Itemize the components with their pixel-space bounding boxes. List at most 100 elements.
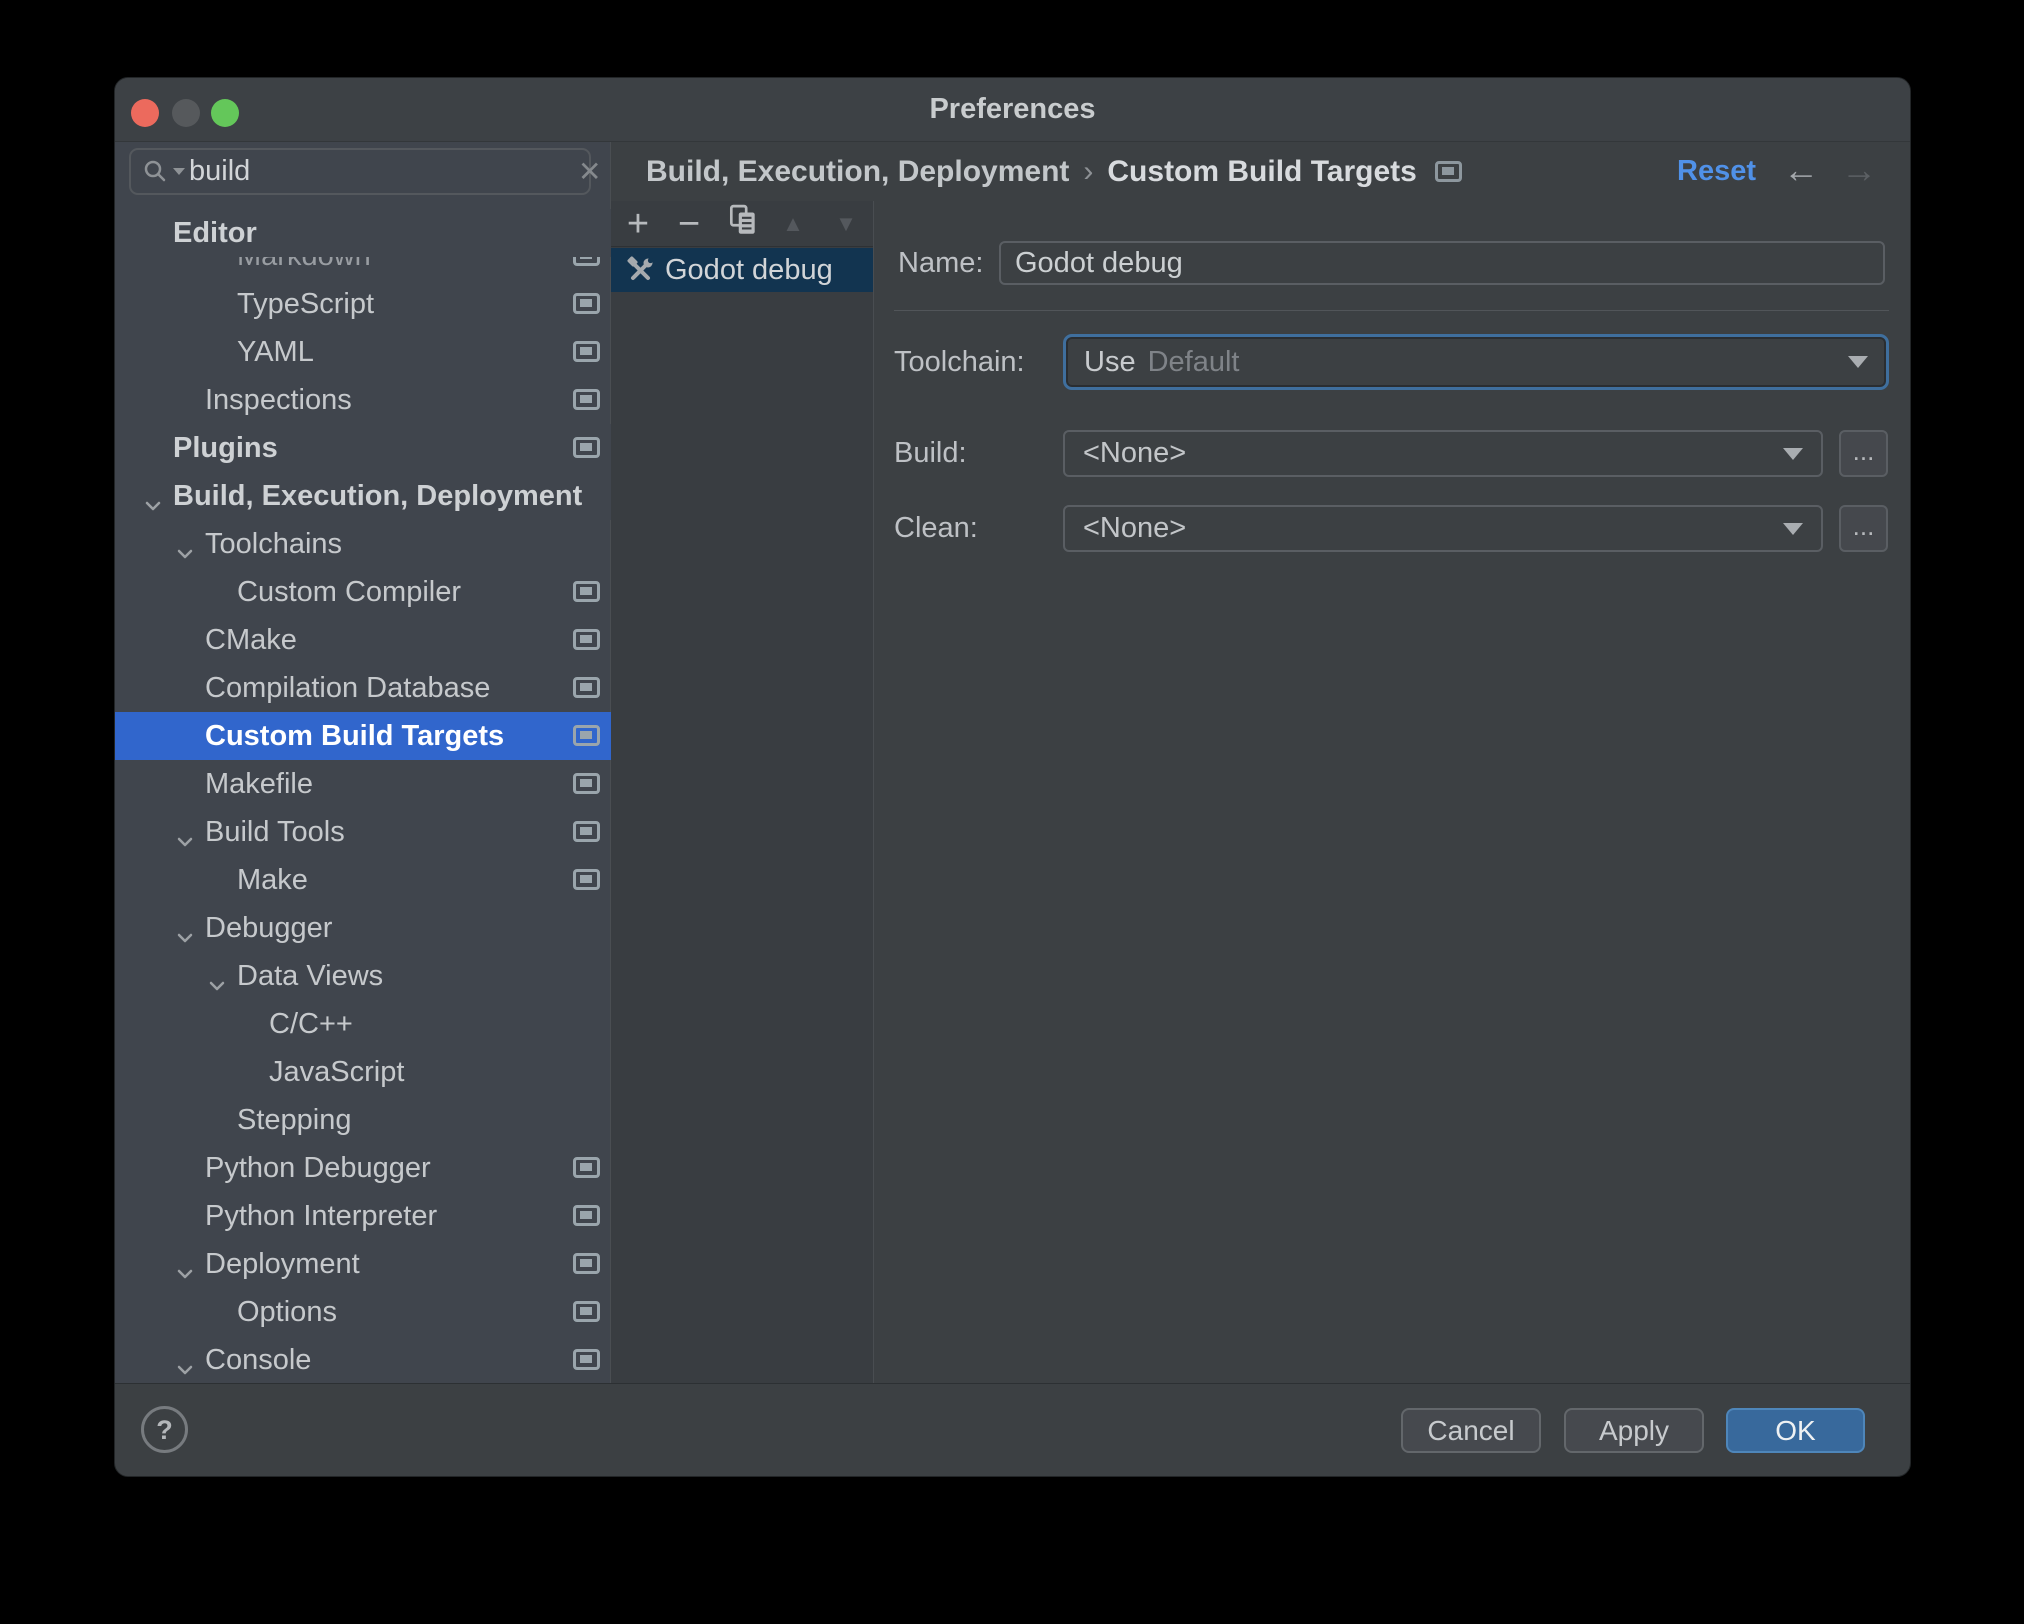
sidebar-item-label: Options (237, 1296, 337, 1328)
settings-page-icon (1434, 161, 1462, 182)
settings-page-icon (573, 389, 600, 410)
ok-button[interactable]: OK (1726, 1408, 1865, 1453)
sidebar-item-data-views[interactable]: Data Views (115, 952, 611, 1000)
settings-page-icon (573, 773, 600, 794)
sidebar-item-label: Python Interpreter (205, 1200, 438, 1232)
sidebar-item-label: TypeScript (237, 288, 374, 320)
help-button[interactable]: ? (141, 1406, 188, 1453)
name-field[interactable] (999, 241, 1885, 285)
duplicate-icon (729, 204, 755, 234)
breadcrumb-item-parent[interactable]: Build, Execution, Deployment (646, 155, 1069, 189)
sidebar-item-label: Plugins (173, 432, 278, 464)
settings-page-icon (573, 1205, 600, 1226)
sidebar-item-label: Editor (173, 217, 257, 249)
duplicate-button[interactable] (721, 204, 765, 244)
sidebar-item-custom-build-targets[interactable]: Custom Build Targets (115, 712, 611, 760)
apply-button[interactable]: Apply (1564, 1408, 1704, 1453)
search-icon (141, 157, 185, 187)
panel-divider (873, 201, 874, 1383)
history-back-icon[interactable]: ← (1783, 142, 1819, 201)
chevron-expanded-icon[interactable] (173, 1349, 197, 1375)
move-up-button[interactable]: ▲ (771, 204, 815, 244)
sidebar-item-options[interactable]: Options (115, 1288, 611, 1336)
breadcrumb: Build, Execution, Deployment › Custom Bu… (646, 142, 1462, 201)
sidebar-item-yaml[interactable]: YAML (115, 328, 611, 376)
clear-search-icon[interactable]: ✕ (572, 155, 615, 188)
sidebar-item-typescript[interactable]: TypeScript (115, 280, 611, 328)
clean-browse-button[interactable]: ... (1839, 505, 1888, 552)
sidebar-item-compilation-database[interactable]: Compilation Database (115, 664, 611, 712)
sidebar-item-debugger[interactable]: Debugger (115, 904, 611, 952)
chevron-down-icon (1848, 356, 1868, 368)
sidebar-item-label: JavaScript (269, 1056, 405, 1088)
sidebar-item-label: Debugger (205, 912, 333, 944)
settings-page-icon (573, 1253, 600, 1274)
build-select[interactable]: <None> (1063, 430, 1823, 477)
sidebar-item-console[interactable]: Console (115, 1336, 611, 1384)
sidebar-item-cmake[interactable]: CMake (115, 616, 611, 664)
sidebar-item-c-c[interactable]: C/C++ (115, 1000, 611, 1048)
toolchain-value-prefix: Use (1084, 345, 1136, 378)
settings-page-icon (573, 1349, 600, 1370)
build-browse-button[interactable]: ... (1839, 430, 1888, 477)
settings-page-icon (573, 341, 600, 362)
sidebar-item-plugins[interactable]: Plugins (115, 424, 611, 472)
clean-value: <None> (1083, 512, 1187, 544)
sidebar-item-custom-compiler[interactable]: Custom Compiler (115, 568, 611, 616)
sidebar-item-inspections[interactable]: Inspections (115, 376, 611, 424)
clean-select[interactable]: <None> (1063, 505, 1823, 552)
chevron-expanded-icon[interactable] (173, 917, 197, 943)
settings-page-icon (573, 677, 600, 698)
chevron-expanded-icon[interactable] (173, 821, 197, 847)
chevron-expanded-icon[interactable] (205, 965, 229, 991)
sidebar-item-make[interactable]: Make (115, 856, 611, 904)
settings-page-icon (573, 293, 600, 314)
sidebar-item-python-interpreter[interactable]: Python Interpreter (115, 1192, 611, 1240)
remove-button[interactable]: − (667, 204, 711, 244)
cancel-button[interactable]: Cancel (1401, 1408, 1541, 1453)
settings-page-icon (573, 1157, 600, 1178)
build-value: <None> (1083, 437, 1187, 469)
add-button[interactable]: + (616, 204, 660, 244)
sidebar-item-label: Custom Compiler (237, 576, 461, 608)
reset-link[interactable]: Reset (1677, 142, 1756, 201)
chevron-expanded-icon[interactable] (173, 533, 197, 559)
sidebar-item-build-execution-deployment[interactable]: Build, Execution, Deployment (115, 472, 611, 520)
sidebar-item-makefile[interactable]: Makefile (115, 760, 611, 808)
sidebar-item-label: C/C++ (269, 1008, 353, 1040)
search-input[interactable] (185, 155, 572, 188)
build-target-icon (627, 256, 654, 280)
search-history-caret-icon[interactable] (173, 168, 185, 175)
clean-label: Clean: (894, 512, 978, 544)
list-item-godot-debug[interactable]: Godot debug (611, 248, 873, 292)
chevron-expanded-icon[interactable] (141, 485, 165, 511)
settings-page-icon (573, 629, 600, 650)
settings-page-icon (573, 821, 600, 842)
settings-page-icon (573, 1301, 600, 1322)
move-down-button[interactable]: ▼ (824, 204, 868, 244)
breadcrumb-item-current: Custom Build Targets (1107, 154, 1417, 188)
sidebar-item-label: Toolchains (205, 528, 343, 560)
sidebar-item-label: Inspections (205, 384, 352, 416)
list-item-label: Godot debug (665, 253, 833, 286)
sidebar-item-editor[interactable]: Editor (115, 209, 611, 257)
move-down-icon: ▼ (835, 211, 857, 236)
sidebar-item-javascript[interactable]: JavaScript (115, 1048, 611, 1096)
sidebar-item-toolchains[interactable]: Toolchains (115, 520, 611, 568)
sidebar-item-python-debugger[interactable]: Python Debugger (115, 1144, 611, 1192)
target-list-panel (611, 201, 873, 1383)
sidebar-item-build-tools[interactable]: Build Tools (115, 808, 611, 856)
toolchain-select[interactable]: Use Default (1063, 334, 1889, 390)
sidebar-item-label: Console (205, 1344, 312, 1376)
sidebar-item-label: Deployment (205, 1248, 360, 1280)
sidebar-item-stepping[interactable]: Stepping (115, 1096, 611, 1144)
name-label: Name: (898, 247, 984, 279)
add-icon: + (626, 203, 650, 245)
chevron-expanded-icon[interactable] (173, 1253, 197, 1279)
toolchain-label: Toolchain: (894, 346, 1025, 378)
sidebar-item-label: Build Tools (205, 816, 345, 848)
settings-page-icon (573, 725, 600, 746)
sidebar-item-deployment[interactable]: Deployment (115, 1240, 611, 1288)
sidebar-item-label: Make (237, 864, 308, 896)
history-forward-icon[interactable]: → (1841, 142, 1877, 201)
